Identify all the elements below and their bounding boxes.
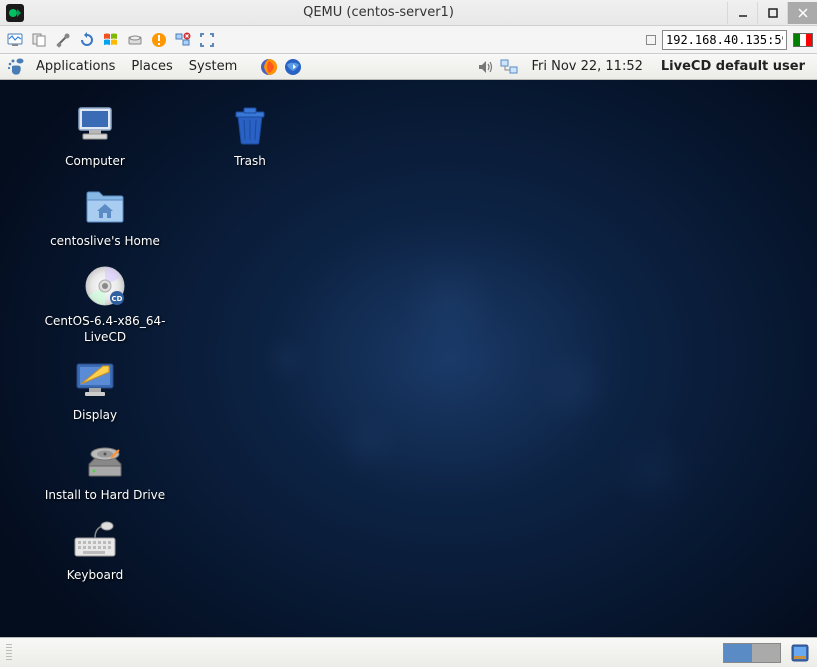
small-square-icon[interactable] xyxy=(646,35,656,45)
applications-label: Applications xyxy=(36,59,115,74)
trash-label: Trash xyxy=(185,154,315,170)
qemu-toolbar xyxy=(0,26,817,54)
qemu-titlebar: QEMU (centos-server1) xyxy=(0,0,817,26)
panel-grip-icon[interactable] xyxy=(6,644,12,662)
home-label: centoslive's Home xyxy=(30,234,180,250)
computer-label: Computer xyxy=(30,154,160,170)
livecd-label: CentOS-6.4-x86_64-LiveCD xyxy=(30,314,180,345)
desktop-icon-trash[interactable]: Trash xyxy=(185,102,315,170)
desktop-icon-livecd[interactable]: CD CentOS-6.4-x86_64-LiveCD xyxy=(30,262,180,345)
volume-icon[interactable] xyxy=(475,57,495,77)
desktop-icon-display[interactable]: Display xyxy=(30,356,160,424)
user-menu[interactable]: LiveCD default user xyxy=(655,59,811,74)
applications-menu[interactable]: Applications xyxy=(30,54,121,79)
home-folder-icon xyxy=(81,182,129,230)
install-label: Install to Hard Drive xyxy=(30,488,180,504)
firefox-icon[interactable] xyxy=(259,57,279,77)
minimize-button[interactable] xyxy=(727,2,757,24)
refresh-icon[interactable] xyxy=(76,29,98,51)
network-status-icon[interactable] xyxy=(499,57,519,77)
drive-icon[interactable] xyxy=(124,29,146,51)
tools-icon[interactable] xyxy=(52,29,74,51)
desktop-icon-home[interactable]: centoslive's Home xyxy=(30,182,180,250)
keyboard-icon xyxy=(71,516,119,564)
clock[interactable]: Fri Nov 22, 11:52 xyxy=(523,59,650,74)
display-label: Display xyxy=(30,408,160,424)
keyboard-label: Keyboard xyxy=(30,568,160,584)
fullscreen-icon[interactable] xyxy=(196,29,218,51)
harddrive-icon xyxy=(81,436,129,484)
window-title: QEMU (centos-server1) xyxy=(30,5,727,20)
warning-icon[interactable] xyxy=(148,29,170,51)
gnome-bottom-panel xyxy=(0,637,817,667)
system-label: System xyxy=(189,59,237,74)
close-button[interactable] xyxy=(787,2,817,24)
desktop-icon-computer[interactable]: Computer xyxy=(30,102,160,170)
cd-icon: CD xyxy=(81,262,129,310)
gnome-top-panel: Applications Places System Fri Nov 22, 1… xyxy=(0,54,817,80)
workspace-1[interactable] xyxy=(724,644,752,662)
computer-icon xyxy=(71,102,119,150)
maximize-button[interactable] xyxy=(757,2,787,24)
desktop-icon-keyboard[interactable]: Keyboard xyxy=(30,516,160,584)
thunderbird-icon[interactable] xyxy=(283,57,303,77)
copy-icon[interactable] xyxy=(28,29,50,51)
desktop-icon-install[interactable]: Install to Hard Drive xyxy=(30,436,180,504)
svg-text:CD: CD xyxy=(112,295,123,303)
system-menu[interactable]: System xyxy=(183,54,243,79)
desktop[interactable]: Computer Trash centoslive's Home CD Cent… xyxy=(0,80,817,637)
ip-address-field[interactable] xyxy=(662,30,787,50)
display-icon xyxy=(71,356,119,404)
monitor-icon[interactable] xyxy=(4,29,26,51)
places-menu[interactable]: Places xyxy=(125,54,178,79)
gnome-foot-icon[interactable] xyxy=(6,58,26,76)
network-close-icon[interactable] xyxy=(172,29,194,51)
windows-icon[interactable] xyxy=(100,29,122,51)
qemu-app-icon xyxy=(6,4,24,22)
workspace-2[interactable] xyxy=(752,644,780,662)
places-label: Places xyxy=(131,59,172,74)
workspace-switcher[interactable] xyxy=(723,643,781,663)
trash-icon xyxy=(226,102,274,150)
show-desktop-icon[interactable] xyxy=(789,642,811,664)
flag-icon[interactable] xyxy=(793,33,813,47)
